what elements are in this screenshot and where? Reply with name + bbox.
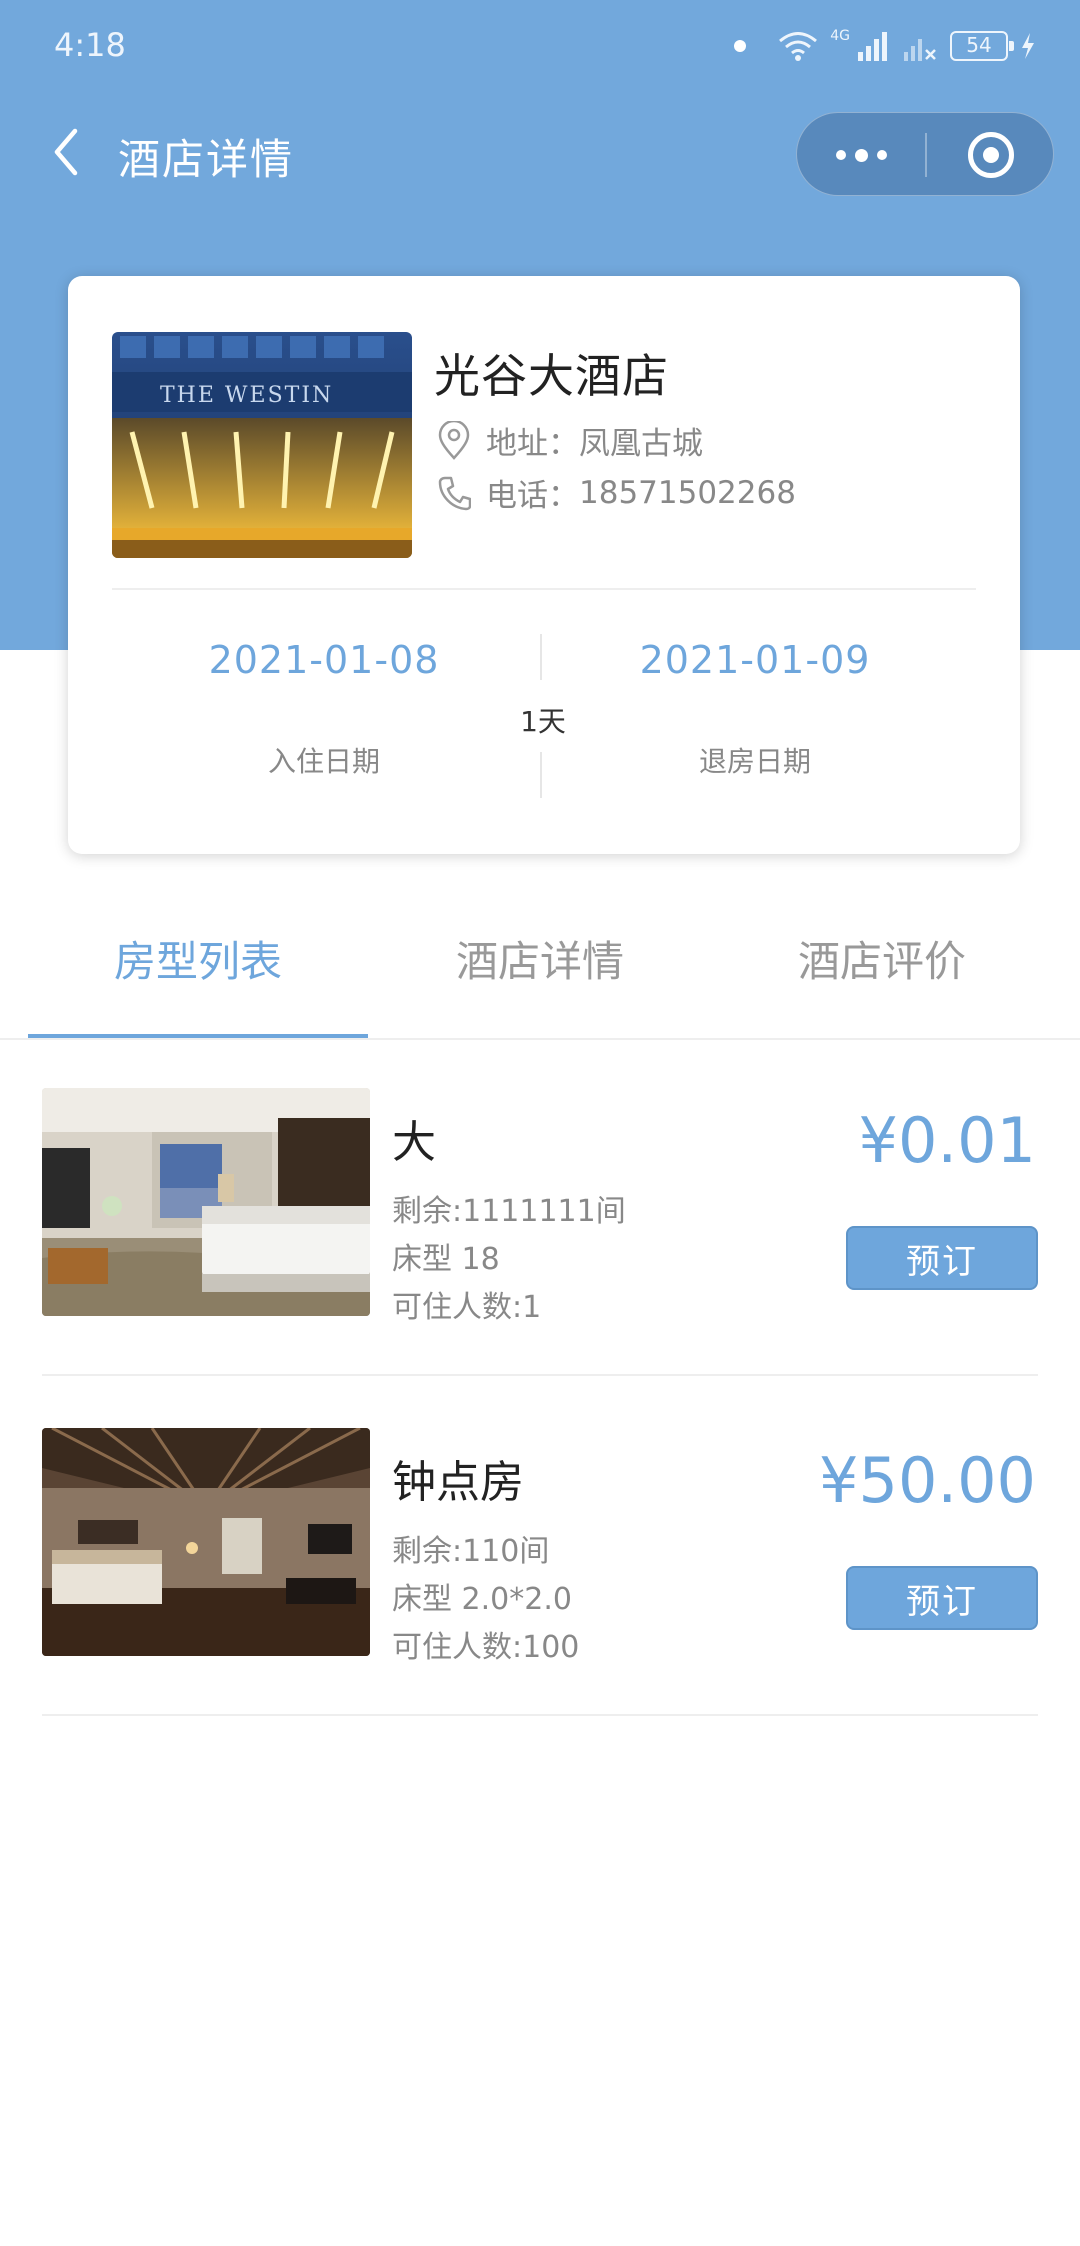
wifi-icon <box>779 32 818 61</box>
nights-count: 1天 <box>520 705 566 738</box>
room-photo[interactable] <box>42 1088 370 1316</box>
network-type-label: 4G <box>830 28 850 44</box>
address-label: 地址： <box>486 426 579 462</box>
room-bed-type: 床型 18 <box>392 1242 500 1277</box>
phone-label: 电话： <box>486 478 579 514</box>
hotel-name: 光谷大酒店 <box>434 349 669 403</box>
hotel-phone-row[interactable]: 电话： 18571502268 <box>434 470 796 515</box>
date-divider-bottom <box>540 752 542 798</box>
hotel-card: THE WESTIN 光谷大酒店 地址： 凤凰古城 电话： 1857150226… <box>68 276 1020 854</box>
target-circle-icon <box>968 132 1014 178</box>
checkout-date: 2021-01-09 <box>639 638 871 682</box>
date-divider-top <box>540 634 542 680</box>
page-title: 酒店详情 <box>118 135 295 184</box>
book-button[interactable]: 预订 <box>846 1226 1038 1290</box>
room-item[interactable]: 钟点房 剩余:110间 床型 2.0*2.0 可住人数:100 ¥50.00 预… <box>42 1416 1038 1716</box>
status-bar: 4:18 4G 54 <box>0 0 1080 90</box>
room-bed-type: 床型 2.0*2.0 <box>392 1582 572 1617</box>
tab-hotel-reviews[interactable]: 酒店评价 <box>712 928 1052 989</box>
hotel-facade-image: THE WESTIN <box>112 332 412 558</box>
room-item[interactable]: 大 剩余:1111111间 床型 18 可住人数:1 ¥0.01 预订 <box>42 1076 1038 1376</box>
screen: 4:18 4G 54 酒店详情 THE WESTIN 光谷大酒店 地址： 凤凰古… <box>0 0 1080 2246</box>
room-image <box>42 1428 370 1656</box>
room-image <box>42 1088 370 1316</box>
phone-value: 18571502268 <box>579 474 796 511</box>
charging-icon <box>1022 33 1034 59</box>
room-capacity: 可住人数:100 <box>392 1630 580 1665</box>
hotel-photo[interactable]: THE WESTIN <box>112 332 412 558</box>
room-remaining: 剩余:1111111间 <box>392 1194 626 1229</box>
checkout-date-picker[interactable]: 2021-01-09 退房日期 <box>605 638 905 780</box>
miniprogram-capsule <box>796 112 1054 196</box>
hotel-sign-text: THE WESTIN <box>160 383 333 408</box>
nav-bar: 酒店详情 <box>0 100 1080 210</box>
checkout-label: 退房日期 <box>698 745 811 778</box>
room-photo[interactable] <box>42 1428 370 1656</box>
phone-icon <box>434 473 474 513</box>
checkin-date-picker[interactable]: 2021-01-08 入住日期 <box>174 638 474 780</box>
chevron-left-icon <box>54 128 78 176</box>
card-divider <box>112 588 976 590</box>
tab-bar: 房型列表 酒店详情 酒店评价 <box>0 900 1080 1040</box>
more-dot <box>854 148 868 162</box>
room-name: 大 <box>392 1117 436 1168</box>
hotel-address-row[interactable]: 地址： 凤凰古城 <box>434 418 703 463</box>
room-name: 钟点房 <box>392 1457 524 1508</box>
status-time: 4:18 <box>54 26 126 64</box>
book-button[interactable]: 预订 <box>846 1566 1038 1630</box>
more-dot <box>876 150 887 160</box>
tab-hotel-details[interactable]: 酒店详情 <box>370 928 710 989</box>
status-icons: 4G 54 <box>734 26 1036 66</box>
active-tab-indicator <box>28 1034 368 1038</box>
checkin-label: 入住日期 <box>267 745 380 778</box>
room-price: ¥0.01 <box>858 1104 1037 1177</box>
address-value: 凤凰古城 <box>579 426 703 462</box>
more-dots-icon <box>835 150 846 160</box>
signal-no-service-icon <box>904 39 936 61</box>
notification-dot-icon <box>734 40 747 52</box>
more-menu-button[interactable] <box>797 113 925 197</box>
target-dot <box>983 147 999 163</box>
location-pin-icon <box>434 420 474 461</box>
battery-icon: 54 <box>950 31 1014 61</box>
signal-icon <box>858 32 887 61</box>
room-price: ¥50.00 <box>819 1444 1036 1517</box>
room-remaining: 剩余:110间 <box>392 1534 550 1569</box>
room-capacity: 可住人数:1 <box>392 1290 542 1325</box>
checkin-date: 2021-01-08 <box>208 638 440 682</box>
tab-room-list[interactable]: 房型列表 <box>28 928 368 989</box>
close-miniprogram-button[interactable] <box>927 113 1055 197</box>
back-button[interactable] <box>36 122 96 182</box>
